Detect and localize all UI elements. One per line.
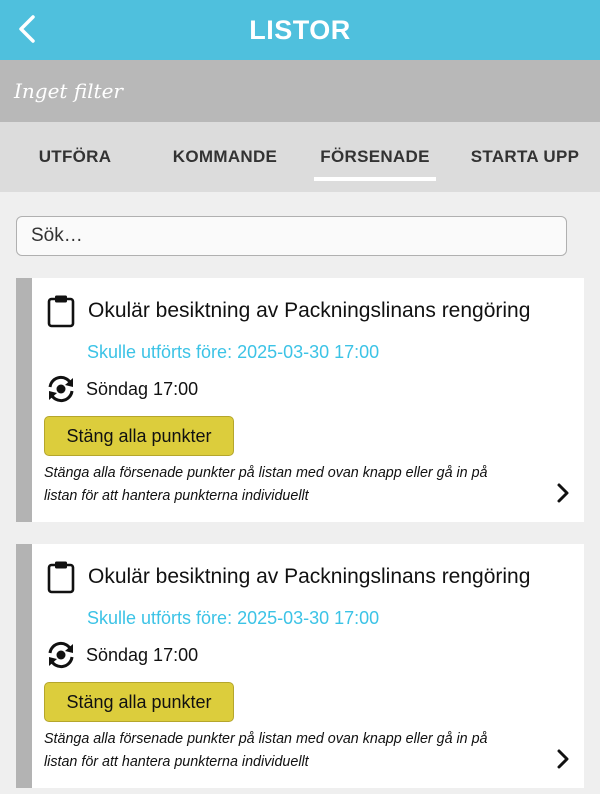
search-container [0, 192, 600, 256]
chevron-right-icon[interactable] [556, 482, 570, 504]
tab-forsenade[interactable]: FÖRSENADE [300, 122, 450, 192]
list-card[interactable]: Okulär besiktning av Packningslinans ren… [16, 278, 584, 522]
back-button[interactable] [10, 10, 44, 48]
hint-text: Stänga alla försenade punkter på listan … [44, 731, 488, 770]
card-title: Okulär besiktning av Packningslinans ren… [88, 565, 531, 588]
filter-label: Inget filter [14, 79, 123, 103]
schedule-row: Söndag 17:00 [46, 640, 198, 670]
list-card[interactable]: Okulär besiktning av Packningslinans ren… [16, 544, 584, 788]
card-title: Okulär besiktning av Packningslinans ren… [88, 299, 531, 322]
due-text: Skulle utförts före: 2025-03-30 17:00 [87, 608, 380, 628]
repeat-icon [48, 641, 74, 669]
tab-utfora[interactable]: UTFÖRA [0, 122, 150, 192]
tab-label: FÖRSENADE [320, 147, 430, 166]
filter-bar[interactable]: Inget filter [0, 60, 600, 122]
tab-label: UTFÖRA [38, 147, 112, 166]
tab-label: KOMMANDE [172, 147, 278, 166]
clipboard-icon [47, 561, 75, 594]
tab-label: STARTA UPP [470, 147, 580, 166]
schedule-row: Söndag 17:00 [46, 374, 198, 404]
chevron-left-icon [19, 15, 35, 43]
tab-kommande[interactable]: KOMMANDE [150, 122, 300, 192]
due-text: Skulle utförts före: 2025-03-30 17:00 [87, 342, 380, 362]
schedule-text: Söndag 17:00 [86, 378, 199, 399]
repeat-icon [48, 375, 74, 403]
close-all-button[interactable]: Stäng alla punkter [44, 682, 234, 722]
card-title-row: Okulär besiktning av Packningslinans ren… [46, 294, 530, 328]
card-title-row: Okulär besiktning av Packningslinans ren… [46, 560, 530, 594]
app-header: LISTOR [0, 0, 600, 60]
list-container: Okulär besiktning av Packningslinans ren… [0, 256, 600, 788]
tab-bar: UTFÖRA KOMMANDE FÖRSENADE STARTA UPP [0, 122, 600, 192]
schedule-text: Söndag 17:00 [86, 644, 199, 665]
page-title: LISTOR [249, 14, 351, 45]
close-all-button[interactable]: Stäng alla punkter [44, 416, 234, 456]
clipboard-icon [47, 295, 75, 328]
tab-starta-upp[interactable]: STARTA UPP [450, 122, 600, 192]
search-input[interactable] [16, 216, 567, 256]
hint-text: Stänga alla försenade punkter på listan … [44, 465, 488, 504]
chevron-right-icon[interactable] [556, 748, 570, 770]
